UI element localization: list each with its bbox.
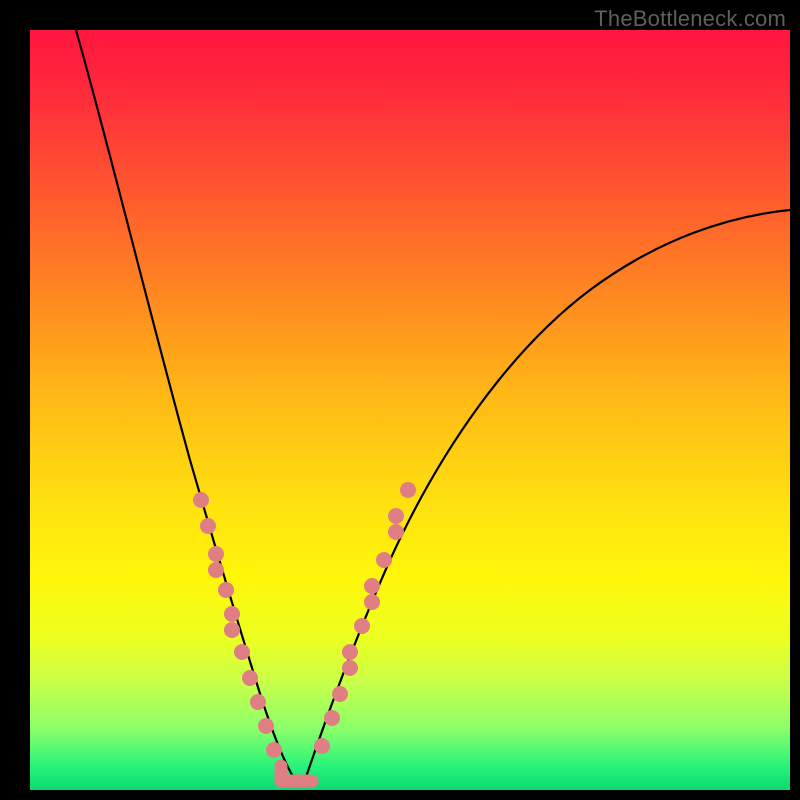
bead-marker [324, 710, 340, 726]
bead-marker [400, 482, 416, 498]
bead-marker [364, 578, 380, 594]
chart-overlay-svg [30, 30, 790, 790]
bead-marker [266, 742, 282, 758]
bead-marker [218, 582, 234, 598]
bead-marker [314, 738, 330, 754]
bead-marker [208, 562, 224, 578]
right-branch-curve [305, 210, 790, 780]
bead-marker [242, 670, 258, 686]
bead-marker [342, 660, 358, 676]
bead-marker [200, 518, 216, 534]
bead-markers-group [193, 482, 416, 758]
left-branch-curve [76, 30, 295, 780]
bead-marker [208, 546, 224, 562]
bead-marker [354, 618, 370, 634]
bead-marker [193, 492, 209, 508]
bead-marker [388, 524, 404, 540]
bead-marker [388, 508, 404, 524]
bead-marker [258, 718, 274, 734]
bead-marker [250, 694, 266, 710]
bead-marker [364, 594, 380, 610]
bead-marker [224, 606, 240, 622]
chart-frame: TheBottleneck.com [0, 0, 800, 800]
bead-marker [224, 622, 240, 638]
bead-marker [342, 644, 358, 660]
bead-marker [234, 644, 250, 660]
watermark-text: TheBottleneck.com [594, 6, 786, 32]
plot-area [30, 30, 790, 790]
bead-marker [376, 552, 392, 568]
bead-marker [332, 686, 348, 702]
